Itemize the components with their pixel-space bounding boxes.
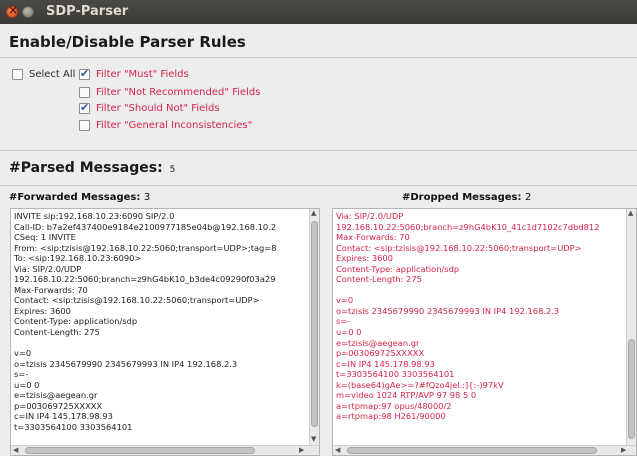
scroll-thumb[interactable] — [347, 447, 597, 454]
checkbox-icon[interactable] — [79, 120, 90, 131]
divider — [0, 150, 637, 151]
horizontal-scrollbar[interactable]: ◀ ▶ — [11, 445, 319, 455]
filter-not-recommended-checkbox[interactable]: Filter "Not Recommended" Fields — [79, 87, 260, 98]
filter-label: Filter "Should Not" Fields — [96, 103, 220, 114]
scroll-left-icon[interactable]: ◀ — [335, 446, 340, 454]
checkbox-icon[interactable] — [79, 87, 90, 98]
checkbox-icon[interactable] — [12, 69, 23, 80]
filter-must-checkbox[interactable]: Filter "Must" Fields — [79, 67, 189, 80]
vertical-scrollbar[interactable]: ▲ — [626, 209, 636, 447]
scroll-right-icon[interactable]: ▶ — [621, 446, 626, 454]
divider — [0, 57, 637, 58]
sdp-parser-window: SDP-Parser Enable/Disable Parser Rules S… — [0, 0, 637, 456]
forwarded-messages-text[interactable]: INVITE sip:192.168.10.23:6090 SIP/2.0 Ca… — [11, 209, 319, 434]
dropped-messages-heading: #Dropped Messages: 2 — [402, 192, 531, 203]
rules-heading: Enable/Disable Parser Rules — [9, 33, 246, 51]
close-window-icon[interactable] — [6, 3, 18, 18]
filter-label: Filter "Must" Fields — [96, 69, 189, 80]
forwarded-messages-textarea[interactable]: INVITE sip:192.168.10.23:6090 SIP/2.0 Ca… — [10, 208, 320, 456]
scroll-down-icon[interactable]: ▼ — [311, 435, 316, 443]
scroll-thumb[interactable] — [311, 221, 318, 427]
filter-general-inconsistencies-checkbox[interactable]: Filter "General Inconsistencies" — [79, 120, 252, 131]
dropped-label: #Dropped Messages: — [402, 192, 522, 203]
parsed-messages-heading: #Parsed Messages: 5 — [9, 160, 175, 176]
parsed-messages-label: #Parsed Messages: — [9, 160, 163, 176]
title-bar: SDP-Parser — [0, 0, 637, 24]
select-all-label: Select All — [29, 69, 76, 80]
forwarded-label: #Forwarded Messages: — [9, 192, 141, 203]
scroll-up-icon[interactable]: ▲ — [628, 209, 633, 217]
divider — [0, 185, 637, 186]
scroll-left-icon[interactable]: ◀ — [13, 446, 18, 454]
dropped-count: 2 — [524, 192, 532, 203]
filter-should-not-checkbox[interactable]: Filter "Should Not" Fields — [79, 101, 220, 114]
vertical-scrollbar[interactable]: ▲ ▼ — [309, 209, 319, 447]
forwarded-count: 3 — [143, 192, 151, 203]
forwarded-messages-heading: #Forwarded Messages: 3 — [9, 192, 150, 203]
filter-label: Filter "General Inconsistencies" — [96, 120, 253, 131]
scroll-thumb[interactable] — [25, 447, 255, 454]
dropped-messages-text[interactable]: Via: SIP/2.0/UDP 192.168.10.22:5060;bran… — [333, 209, 636, 424]
checkbox-checked-icon[interactable] — [79, 67, 90, 80]
checkbox-checked-icon[interactable] — [79, 101, 90, 114]
filter-label: Filter "Not Recommended" Fields — [96, 87, 261, 98]
window-title: SDP-Parser — [46, 4, 129, 19]
parsed-messages-count: 5 — [169, 165, 176, 175]
dropped-messages-textarea[interactable]: Via: SIP/2.0/UDP 192.168.10.22:5060;bran… — [332, 208, 637, 456]
scroll-right-icon[interactable]: ▶ — [299, 446, 304, 454]
scroll-thumb[interactable] — [628, 339, 635, 439]
select-all-checkbox[interactable]: Select All — [12, 69, 75, 80]
scroll-up-icon[interactable]: ▲ — [311, 209, 316, 217]
horizontal-scrollbar[interactable]: ◀ ▶ — [333, 445, 636, 455]
minimize-window-icon[interactable] — [22, 6, 34, 18]
